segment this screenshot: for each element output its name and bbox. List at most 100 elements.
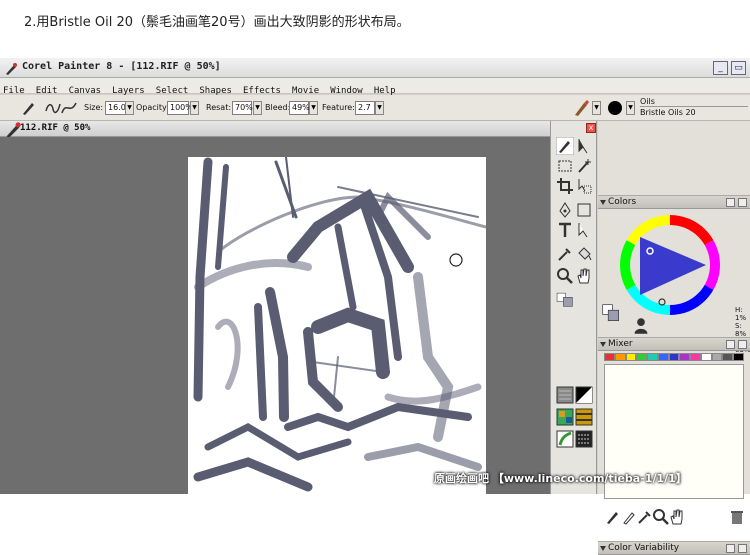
weaving-selector-icon[interactable] [575,408,593,426]
document-title: 112.RIF @ 50% [20,123,91,133]
mixer-magnifier-icon[interactable] [652,508,669,525]
brush-variant-dropdown[interactable]: ▼ [626,101,635,115]
drawing-canvas[interactable] [188,157,486,494]
minimize-button[interactable]: _ [713,61,728,75]
resat-label: Resat: [206,103,232,112]
brush-tool-icon[interactable] [20,99,38,117]
mixer-color-swatch[interactable] [625,353,637,361]
document-icon [4,121,21,138]
crop-icon[interactable] [556,177,574,195]
mixer-color-swatch[interactable] [647,353,658,361]
freehand-stroke-icon[interactable] [60,99,78,117]
size-label: Size: [84,103,104,112]
mixer-color-swatch[interactable] [711,353,723,361]
opacity-label: Opacity: [136,103,169,112]
colors-panel-title: Colors [608,197,637,207]
mixer-panel-header[interactable]: Mixer [598,337,750,351]
property-bar: Size: 16.0 ▼ Opacity: 100% ▼ Resat: 70% … [0,95,750,121]
mixer-color-swatch[interactable] [657,353,669,361]
magnifier-icon[interactable] [556,267,574,285]
bleed-field[interactable]: 49% [289,101,310,115]
main-additional-color-icon[interactable] [602,304,628,330]
grabber-hand-icon[interactable] [575,267,593,285]
brush-dab-icon[interactable] [606,99,624,117]
painter-window: Corel Painter 8 - [112.RIF @ 50%] _ ▭ Fi… [0,58,750,555]
mixer-dropper-icon[interactable] [636,508,651,524]
rectangle-shape-icon[interactable] [575,201,593,219]
mixer-color-swatch[interactable] [679,353,691,361]
size-field[interactable]: 16.0 [105,101,127,115]
bleed-stepper[interactable]: ▼ [309,101,318,115]
brush-variant-name: Bristle Oils 20 [640,108,696,117]
resat-stepper[interactable]: ▼ [253,101,262,115]
panel-close-icon[interactable] [738,198,747,207]
saturation-value: S: 8% [735,322,747,338]
panel-close-icon[interactable] [738,544,747,553]
mixer-color-swatch[interactable] [614,353,626,361]
mixer-color-swatch[interactable] [604,353,615,361]
brush-selector-bar: ▼ ▼ Oils Bristle Oils 20 [568,96,750,120]
sketch-strokes [193,157,486,492]
palette-panels: Colors H: 1% S: 8% Mixer Color Variabili… [598,121,750,555]
pattern-selector-icon[interactable] [556,408,574,426]
brush-cursor-circle [449,253,463,267]
collapse-arrow-icon[interactable] [600,546,606,551]
dirty-brush-icon[interactable] [604,508,618,524]
brush-category-dropdown[interactable]: ▼ [592,101,601,115]
panel-options-icon[interactable] [726,340,735,349]
rect-select-icon[interactable] [556,157,574,175]
color-variability-panel-title: Color Variability [608,543,680,553]
brush-category-icon[interactable] [572,99,590,117]
dropper-icon[interactable] [556,245,574,263]
site-watermark: 原画绘画吧 【www.lineco.com/tieba-1/1/1】 [434,472,687,485]
painter-app-icon [4,61,18,75]
resat-field[interactable]: 70% [232,101,253,115]
mixer-color-swatch[interactable] [690,353,701,361]
shape-selection-icon[interactable] [575,221,593,239]
pen-icon[interactable] [556,201,574,219]
restore-button[interactable]: ▭ [731,61,746,75]
paper-selector-icon[interactable] [556,386,574,404]
mixer-color-swatch[interactable] [722,353,734,361]
collapse-arrow-icon[interactable] [600,200,606,205]
clone-color-icon[interactable] [632,317,648,334]
mixer-color-swatch[interactable] [733,353,744,361]
opacity-stepper[interactable]: ▼ [190,101,199,115]
toolbox-close-button[interactable]: x [586,123,596,133]
size-stepper[interactable]: ▼ [125,101,134,115]
document-workspace [0,137,550,494]
gradient-selector-icon[interactable] [575,386,593,404]
color-swatches-icon[interactable] [556,291,590,321]
mixer-color-swatch[interactable] [636,353,648,361]
panel-options-icon[interactable] [726,544,735,553]
color-variability-panel-header[interactable]: Color Variability [598,541,750,555]
feature-field[interactable]: 2.7 [355,101,375,115]
menu-bar: File Edit Canvas Layers Select Shapes Ef… [0,78,750,96]
paint-bucket-icon[interactable] [575,245,593,263]
text-icon[interactable] [556,221,574,239]
brush-icon[interactable] [555,136,575,156]
brush-category-name: Oils [640,97,748,107]
mixer-panel-title: Mixer [608,339,633,349]
panel-close-icon[interactable] [738,340,747,349]
panel-options-icon[interactable] [726,198,735,207]
apply-color-icon[interactable] [620,508,635,525]
look-selector-icon[interactable] [556,430,574,448]
nozzle-selector-icon[interactable] [575,430,593,448]
color-wheel[interactable] [618,213,722,317]
collapse-arrow-icon[interactable] [600,342,606,347]
magic-wand-icon[interactable] [575,157,593,175]
mixer-pan-icon[interactable] [668,508,683,525]
mixer-color-swatch[interactable] [668,353,680,361]
bleed-label: Bleed: [265,103,291,112]
trash-icon[interactable] [728,508,743,524]
window-title: Corel Painter 8 - [112.RIF @ 50%] [22,61,221,72]
mixer-color-swatch[interactable] [700,353,712,361]
layer-adjuster-icon[interactable] [575,137,593,155]
hue-value: H: 1% [735,306,747,322]
selection-adjuster-icon[interactable] [575,177,593,195]
feature-stepper[interactable]: ▼ [375,101,384,115]
title-bar: Corel Painter 8 - [112.RIF @ 50%] _ ▭ [0,58,750,78]
colors-panel-header[interactable]: Colors [598,195,750,209]
opacity-field[interactable]: 100% [167,101,193,115]
